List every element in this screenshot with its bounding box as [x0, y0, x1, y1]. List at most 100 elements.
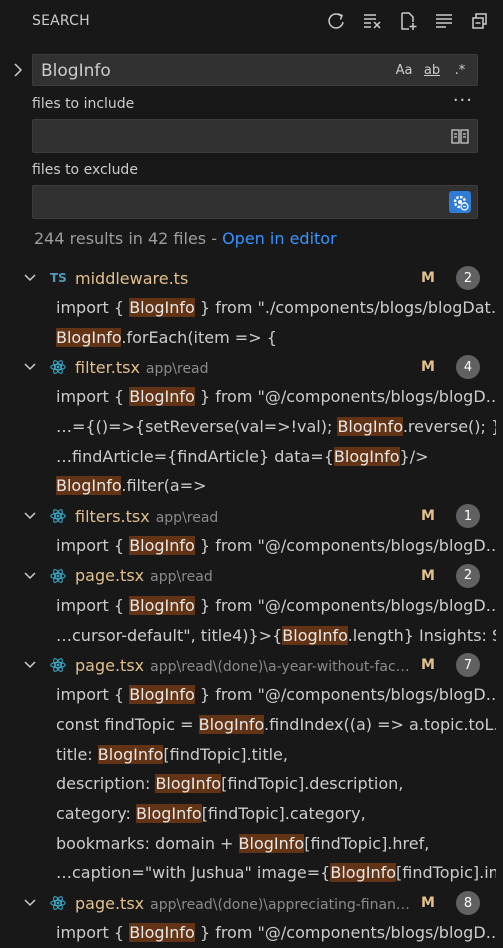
match-text: }/>: [399, 446, 429, 466]
match-text: const findTopic =: [56, 714, 199, 734]
match-text: } from "@/components/blogs/blogD…: [194, 595, 496, 615]
exclude-label: files to exclude: [32, 162, 138, 178]
match-highlight: BlogInfo: [198, 714, 264, 734]
collapse-all-icon[interactable]: [467, 8, 493, 34]
match-text: [findTopic].description,: [221, 774, 404, 794]
match-count-badge: 8: [456, 891, 480, 915]
refresh-icon[interactable]: [323, 8, 349, 34]
match-highlight: BlogInfo: [238, 833, 305, 853]
match-text: .length} Insights: Sh…: [347, 625, 496, 645]
git-status-badge: M: [421, 567, 435, 584]
use-regex-icon[interactable]: .*: [449, 59, 471, 81]
match-line[interactable]: …findArticle={findArticle} data={BlogInf…: [0, 442, 496, 472]
header-actions: [323, 8, 493, 34]
open-in-editor-link[interactable]: Open in editor: [222, 229, 337, 248]
panel-title: SEARCH: [32, 13, 90, 29]
match-highlight: BlogInfo: [136, 803, 202, 823]
match-line[interactable]: BlogInfo.filter(a=>: [0, 471, 496, 501]
open-editors-only-icon[interactable]: [449, 125, 471, 147]
include-label: files to include: [32, 96, 135, 112]
search-header: SEARCH: [0, 0, 503, 42]
match-line[interactable]: …={()=>{setReverse(val=>!val); BlogInfo.…: [0, 412, 496, 442]
git-status-badge: M: [421, 270, 435, 286]
match-text: category:: [56, 803, 137, 823]
match-text: import {: [56, 298, 130, 317]
results-count: 244 results in 42 files -: [34, 229, 223, 248]
chevron-down-icon[interactable]: [22, 359, 38, 375]
match-line[interactable]: category: BlogInfo[findTopic].category,: [0, 799, 496, 829]
match-line[interactable]: import { BlogInfo } from "@/components/b…: [0, 531, 496, 561]
match-text: } from "@/components/blogs/blogD…: [194, 536, 496, 556]
file-row[interactable]: filters.tsx app\read M 1: [0, 501, 503, 531]
file-name-text: page.tsx: [75, 655, 145, 675]
typescript-file-icon: TS: [50, 271, 67, 285]
match-text: } from "./components/blogs/blogDat…: [194, 298, 496, 317]
git-status-badge: M: [421, 895, 435, 911]
file-row[interactable]: page.tsx app\read\(done)\appreciating-fin…: [0, 888, 503, 918]
match-text: } from "@/components/blogs/blogD…: [194, 923, 496, 942]
view-as-tree-icon[interactable]: [431, 8, 457, 34]
match-line[interactable]: bookmarks: domain + BlogInfo[findTopic].…: [0, 829, 496, 859]
match-text: [findTopic].im…: [396, 863, 496, 883]
match-highlight: BlogInfo: [155, 774, 222, 794]
react-file-icon: [50, 360, 66, 375]
match-case-icon[interactable]: Aa: [393, 59, 415, 81]
clear-results-icon[interactable]: [359, 8, 385, 34]
match-text: [findTopic].category,: [201, 803, 366, 823]
match-line[interactable]: import { BlogInfo } from "./components/b…: [0, 293, 496, 323]
match-line[interactable]: …cursor-default", title4)}>{BlogInfo.len…: [0, 621, 496, 651]
match-whole-word-icon[interactable]: ab: [421, 59, 443, 81]
git-status-badge: M: [421, 359, 435, 376]
match-line[interactable]: import { BlogInfo } from "@/components/b…: [0, 680, 496, 710]
file-row[interactable]: TS middleware.ts M 2: [0, 263, 503, 293]
file-name: page.tsx app\read\(done)\a-year-without-f…: [75, 656, 410, 675]
match-line[interactable]: import { BlogInfo } from "@/components/b…: [0, 591, 496, 621]
chevron-down-icon[interactable]: [22, 568, 38, 584]
match-text: import {: [56, 536, 130, 556]
match-text: …cursor-default", title4)}>{: [56, 625, 283, 645]
match-text: …={()=>{setReverse(val=>!val);: [56, 417, 338, 437]
file-name-text: filters.tsx: [75, 506, 150, 526]
new-search-editor-icon[interactable]: [395, 8, 421, 34]
file-path: app\read\(done)\appreciating-finan…: [150, 896, 410, 913]
file-row[interactable]: page.tsx app\read M 2: [0, 561, 503, 591]
file-path: app\read: [150, 569, 213, 586]
chevron-down-icon[interactable]: [22, 270, 38, 286]
toggle-replace-chevron-icon[interactable]: [8, 60, 28, 80]
match-text: import {: [56, 923, 130, 942]
more-options-icon[interactable]: ···: [453, 90, 473, 111]
match-highlight: BlogInfo: [129, 536, 195, 556]
file-row[interactable]: filter.tsx app\read M 4: [0, 352, 503, 382]
match-text: …caption="with Jushua" image={: [56, 863, 331, 883]
match-highlight: BlogInfo: [129, 923, 195, 942]
file-row[interactable]: page.tsx app\read\(done)\a-year-without-f…: [0, 650, 503, 680]
match-text: title:: [56, 744, 98, 764]
match-highlight: BlogInfo: [56, 476, 122, 496]
match-line[interactable]: BlogInfo.forEach(item => {: [0, 323, 496, 353]
file-path: app\read\(done)\a-year-without-fac…: [150, 658, 410, 675]
match-line[interactable]: const findTopic = BlogInfo.findIndex((a)…: [0, 710, 496, 740]
match-line[interactable]: import { BlogInfo } from "@/components/b…: [0, 918, 496, 948]
match-highlight: BlogInfo: [129, 387, 195, 407]
chevron-down-icon[interactable]: [22, 895, 38, 911]
match-line[interactable]: description: BlogInfo[findTopic].descrip…: [0, 769, 496, 799]
match-text: description:: [56, 774, 156, 794]
exclude-field[interactable]: [32, 185, 478, 219]
match-highlight: BlogInfo: [129, 685, 195, 705]
include-field[interactable]: [32, 119, 478, 153]
use-exclude-settings-icon[interactable]: [449, 191, 471, 213]
chevron-down-icon[interactable]: [22, 657, 38, 673]
search-input-value: BlogInfo: [41, 61, 111, 81]
git-status-badge: M: [421, 508, 435, 525]
file-name: filter.tsx app\read: [75, 358, 209, 377]
match-text: import {: [56, 387, 130, 407]
match-text: } from "@/components/blogs/blogD…: [194, 685, 496, 705]
match-line[interactable]: import { BlogInfo } from "@/components/b…: [0, 382, 496, 412]
match-text: .filter(a=>: [121, 476, 207, 496]
search-input[interactable]: BlogInfo Aa ab .*: [32, 54, 478, 86]
react-file-icon: [50, 896, 66, 910]
match-line[interactable]: title: BlogInfo[findTopic].title,: [0, 740, 496, 770]
match-line[interactable]: …caption="with Jushua" image={BlogInfo[f…: [0, 858, 496, 888]
chevron-down-icon[interactable]: [22, 508, 38, 524]
match-count-badge: 2: [456, 563, 480, 588]
